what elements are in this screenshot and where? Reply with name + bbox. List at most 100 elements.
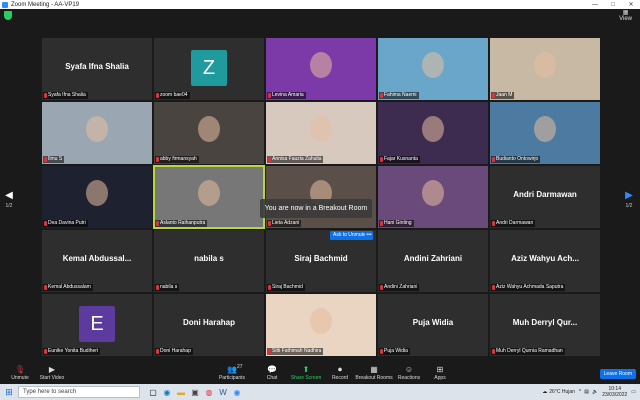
participant-tile[interactable]: Fajar Kusnanta	[378, 102, 488, 164]
participant-display-name: Aziz Wahyu Ach...	[511, 254, 579, 263]
participant-tile[interactable]: Dea Davina Putri	[42, 166, 152, 228]
participant-name-label: Aslanto Raihanputra	[155, 220, 208, 227]
participant-name-label: Annisa Fauzia Zahalia	[267, 156, 324, 163]
participant-name-label: Muh Derryl Qurnia Ramadhan	[491, 348, 565, 355]
volume-icon[interactable]: 🔈	[592, 389, 598, 395]
leave-room-button[interactable]: Leave Room	[599, 369, 636, 379]
breakout-room-notice: You are now in a Breakout Room	[260, 199, 372, 218]
meeting-controls: 🎙 Unmute ▶ Start Video 👥 27 Participants…	[0, 362, 640, 384]
participants-count: 27	[237, 364, 243, 370]
participant-name-label: Siraj Bachmid	[267, 284, 305, 291]
participant-tile[interactable]: Andri Darmawan Andri Darmawan	[490, 166, 600, 228]
prev-page-indicator: 1/2	[5, 203, 13, 209]
participant-tile[interactable]: Budianto Ontowirjo	[490, 102, 600, 164]
next-page-button[interactable]: ▶ 1/2	[623, 190, 635, 209]
participant-tile[interactable]: Puja Widia Puja Widia	[378, 294, 488, 356]
participant-avatar: Z	[191, 50, 227, 86]
window-title: Zoom Meeting - AA-VP19	[11, 1, 80, 8]
security-shield-icon[interactable]	[4, 11, 12, 20]
participant-tile[interactable]: Muh Derryl Qur... Muh Derryl Qurnia Ramad…	[490, 294, 600, 356]
chevron-right-icon: ▶	[625, 190, 633, 201]
store-icon[interactable]: ▣	[188, 388, 202, 397]
apps-label: Apps	[434, 375, 446, 381]
participant-tile[interactable]: Sitti Fathimah Nadhira	[266, 294, 376, 356]
start-video-label: Start Video	[39, 375, 65, 381]
participant-tile[interactable]: E Eunike Yonita Budiheri	[42, 294, 152, 356]
task-view-icon[interactable]: ▢	[146, 388, 160, 397]
start-video-button[interactable]: ▶ Start Video	[32, 365, 72, 381]
chrome-icon[interactable]: ◍	[202, 388, 216, 397]
participant-avatar: E	[79, 306, 115, 342]
participant-tile[interactable]: Syafa Ifna Shalia Syafa Ifna Shalia	[42, 38, 152, 100]
next-page-indicator: 1/2	[625, 203, 633, 209]
participant-display-name: Doni Harahap	[182, 318, 235, 327]
tray-chevron-up-icon[interactable]: ^	[579, 389, 581, 395]
edge-icon[interactable]: ◉	[160, 388, 174, 397]
windows-start-icon[interactable]: ⊞	[0, 387, 18, 398]
participant-tile[interactable]: Hani Ginting	[378, 166, 488, 228]
tile-more-button[interactable]: •••	[365, 231, 373, 240]
taskbar-pinned-apps: ▢ ◉ ▬ ▣ ◍ W ◉	[146, 388, 244, 397]
participant-video-feed	[86, 116, 108, 142]
participant-tile[interactable]: Lieta Adzani	[266, 166, 376, 228]
participant-tile[interactable]: Fahima Naemi	[378, 38, 488, 100]
participant-name-label: zoom bae04	[155, 92, 190, 99]
participants-icon: 👥	[227, 365, 237, 374]
network-icon[interactable]: ▤	[584, 389, 589, 395]
prev-page-button[interactable]: ◀ 1/2	[3, 190, 15, 209]
word-icon[interactable]: W	[216, 388, 230, 397]
weather-cloud-icon: ☁	[542, 389, 548, 395]
apps-button[interactable]: ⊞ Apps	[420, 365, 460, 381]
participant-name-label: Jaan M	[491, 92, 515, 99]
participant-name-label: Dea Davina Putri	[43, 220, 88, 227]
participant-tile[interactable]: Aslanto Raihanputra	[153, 165, 265, 229]
view-button[interactable]: ▦ View	[619, 10, 632, 22]
participant-gallery: Syafa Ifna Shalia Syafa Ifna Shalia Zzoom …	[42, 38, 600, 356]
participant-display-name: Muh Derryl Qur...	[512, 318, 578, 327]
participant-tile[interactable]: Aziz Wahyu Ach... Aziz Wahyu Achmada Sapu…	[490, 230, 600, 292]
chat-label: Chat	[266, 375, 278, 381]
participant-tile[interactable]: Doni Harahap Doni Harahap	[154, 294, 264, 356]
ask-to-unmute-button[interactable]: Ask to Unmute	[330, 231, 369, 240]
participant-tile[interactable]: Andini Zahriani Andini Zahriani	[378, 230, 488, 292]
weather-readout[interactable]: 26°C Hujan	[549, 389, 575, 395]
participant-name-label: Fajar Kusnanta	[379, 156, 420, 163]
taskbar-search-input[interactable]: Type here to search	[18, 386, 140, 398]
record-label: Record	[331, 375, 349, 381]
participant-name-label: Doni Harahap	[155, 348, 193, 355]
file-explorer-icon[interactable]: ▬	[174, 388, 188, 397]
participant-tile[interactable]: Zzoom bae04	[154, 38, 264, 100]
participant-display-name: Andini Zahriani	[403, 254, 463, 263]
breakout-rooms-label: Breakout Rooms	[355, 375, 393, 381]
participant-tile[interactable]: Levina Amaria	[266, 38, 376, 100]
participant-tile[interactable]: abby firmansyah	[154, 102, 264, 164]
chevron-left-icon: ◀	[5, 190, 13, 201]
participant-name-label: Syafa Ifna Shalia	[43, 92, 88, 99]
participant-name-label: Hani Ginting	[379, 220, 414, 227]
system-tray: ☁ 26°C Hujan ^ ▤ 🔈 10:14 23/03/2022 ▭	[542, 386, 640, 398]
participant-name-label: abby firmansyah	[155, 156, 199, 163]
participant-name-label: Aziz Wahyu Achmada Saputra	[491, 284, 566, 291]
breakout-rooms-button[interactable]: ▦ Breakout Rooms	[354, 365, 394, 381]
participant-tile[interactable]: nabila s nabila s	[154, 230, 264, 292]
participant-tile[interactable]: Jaan M	[490, 38, 600, 100]
close-button[interactable]: ✕	[622, 1, 640, 8]
participant-name-label: Fahima Naemi	[379, 92, 419, 99]
share-screen-label: Share Screen	[290, 375, 322, 381]
zoom-taskbar-icon[interactable]: ◉	[230, 388, 244, 397]
participant-tile[interactable]: Ilmu S	[42, 102, 152, 164]
maximize-button[interactable]: □	[604, 2, 622, 8]
participant-display-name: Kemal Abdussal...	[62, 254, 132, 263]
notifications-icon[interactable]: ▭	[631, 389, 636, 395]
participant-video-feed	[422, 116, 444, 142]
minimize-button[interactable]: —	[586, 2, 604, 8]
taskbar-clock[interactable]: 10:14 23/03/2022	[602, 386, 627, 398]
participant-tile[interactable]: Annisa Fauzia Zahalia	[266, 102, 376, 164]
participant-name-label: Andini Zahriani	[379, 284, 420, 291]
apps-icon: ⊞	[436, 365, 444, 374]
participants-button[interactable]: 👥 27 Participants	[212, 364, 252, 381]
unmute-label: Unmute	[11, 375, 29, 381]
participant-tile[interactable]: Kemal Abdussal... Kemal Abdussalam	[42, 230, 152, 292]
video-off-icon: ▶	[48, 365, 56, 374]
participant-video-feed	[534, 52, 556, 78]
